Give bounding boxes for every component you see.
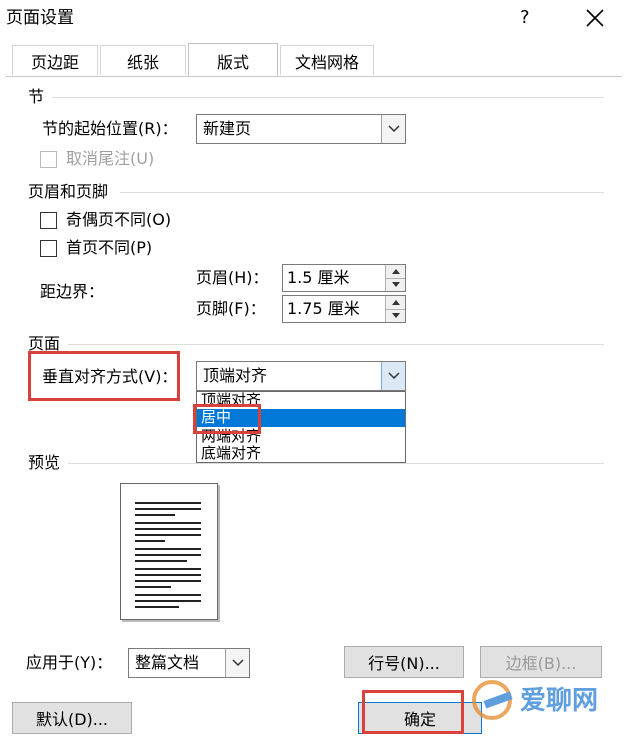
odd-even-checkbox[interactable] (40, 212, 57, 229)
footer-distance-spinner[interactable]: 1.75 厘米 (282, 295, 406, 323)
default-button[interactable]: 默认(D)... (12, 702, 132, 734)
chevron-down-icon[interactable] (381, 362, 405, 390)
headers-footers-heading: 页眉和页脚 (28, 182, 109, 201)
spinner-buttons[interactable] (385, 296, 405, 322)
tab-margins[interactable]: 页边距 (12, 45, 98, 75)
section-start-select[interactable]: 新建页 (196, 114, 406, 144)
section-rule (52, 97, 604, 98)
watermark-logo: 爱聊网 (468, 672, 626, 738)
watermark-text: 爱聊网 (520, 686, 599, 716)
suppress-endnotes-label: 取消尾注(U) (66, 149, 155, 168)
tab-divider (6, 76, 622, 77)
line-numbers-button[interactable]: 行号(N)... (344, 646, 464, 678)
page-preview (120, 483, 218, 620)
tab-label: 版式 (216, 52, 249, 72)
annotation-box-label (28, 351, 180, 401)
up-arrow-icon[interactable] (386, 296, 405, 309)
tab-label: 纸张 (126, 52, 159, 72)
tab-paper[interactable]: 纸张 (100, 45, 186, 75)
vertical-alignment-value: 顶端对齐 (203, 366, 268, 385)
annotation-box-option (193, 404, 261, 434)
headers-footers-rule (120, 192, 604, 193)
preview-heading: 预览 (28, 453, 61, 472)
from-edge-label: 距边界： (40, 282, 105, 301)
page-rule (68, 344, 604, 345)
apply-to-select[interactable]: 整篇文档 (128, 648, 250, 678)
footer-distance-label: 页脚(F)： (196, 299, 266, 318)
tab-label: 文档网格 (294, 52, 359, 72)
section-start-label: 节的起始位置(R)： (42, 119, 178, 138)
footer-distance-value: 1.75 厘米 (287, 299, 360, 318)
chevron-down-icon[interactable] (381, 115, 405, 143)
dropdown-option-bottom[interactable]: 底端对齐 (197, 445, 405, 461)
first-page-label: 首页不同(P) (66, 238, 153, 257)
section-heading: 节 (28, 87, 45, 106)
odd-even-label: 奇偶页不同(O) (66, 210, 172, 229)
help-icon[interactable]: ? (520, 8, 530, 28)
up-arrow-icon[interactable] (386, 265, 405, 278)
annotation-box-ok (362, 690, 464, 734)
tab-label: 页边距 (30, 52, 79, 72)
tab-doc-grid[interactable]: 文档网格 (280, 45, 374, 75)
window-title: 页面设置 (6, 8, 74, 28)
chevron-down-icon[interactable] (225, 649, 249, 677)
header-distance-label: 页眉(H)： (196, 268, 269, 287)
header-distance-spinner[interactable]: 1.5 厘米 (282, 264, 406, 292)
preview-rule (68, 463, 604, 464)
close-icon[interactable] (585, 8, 605, 28)
apply-to-label: 应用于(Y)： (26, 653, 113, 672)
first-page-checkbox[interactable] (40, 240, 57, 257)
header-distance-value: 1.5 厘米 (287, 268, 350, 287)
apply-to-value: 整篇文档 (135, 653, 200, 672)
section-start-value: 新建页 (203, 119, 252, 138)
spinner-buttons[interactable] (385, 265, 405, 291)
down-arrow-icon[interactable] (386, 308, 405, 322)
down-arrow-icon[interactable] (386, 277, 405, 291)
suppress-endnotes-checkbox[interactable] (40, 151, 57, 168)
vertical-alignment-select[interactable]: 顶端对齐 (196, 361, 406, 391)
tab-layout[interactable]: 版式 (188, 43, 278, 77)
